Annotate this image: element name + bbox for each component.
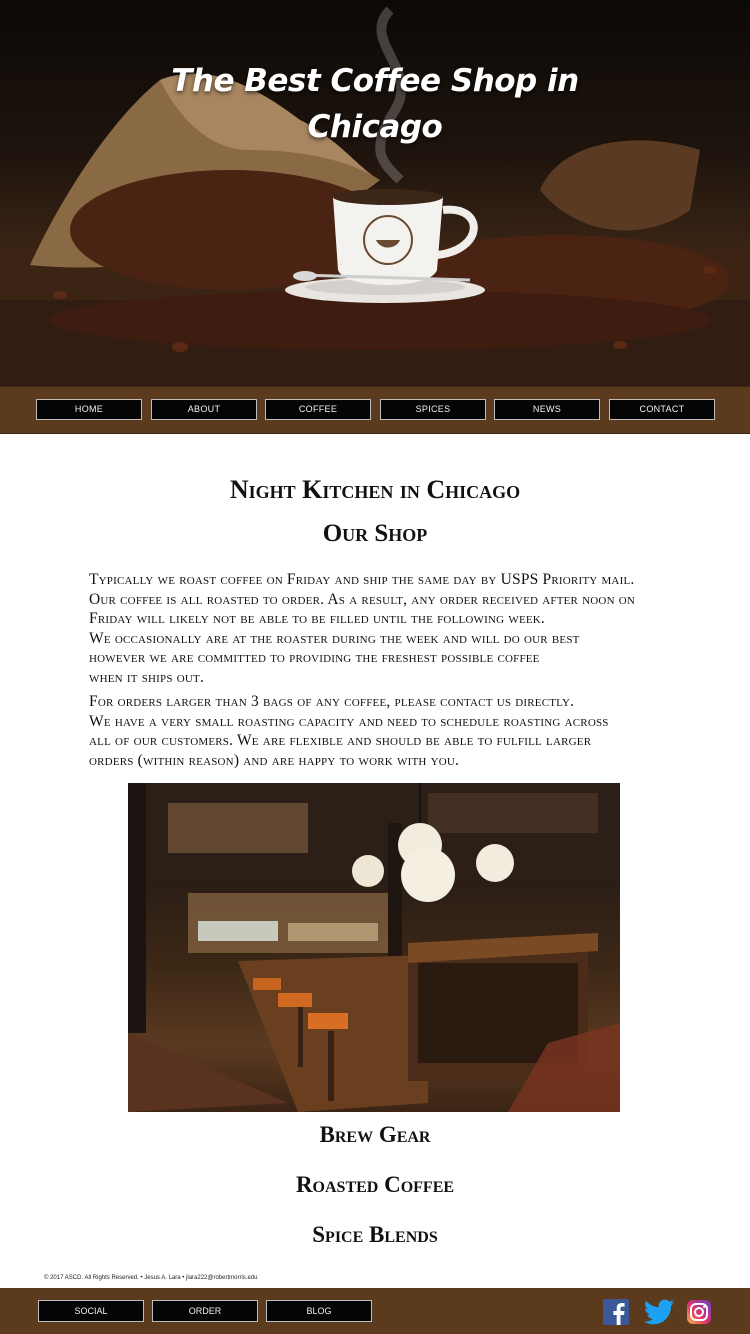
footer-order-button[interactable]: ORDER [152,1300,258,1322]
footer-bar: SOCIAL ORDER BLOG [0,1288,750,1334]
footer-social-button[interactable]: SOCIAL [38,1300,144,1322]
twitter-icon[interactable] [645,1299,675,1325]
paragraph-line: however we are committed to providing th… [89,649,540,666]
paragraph-line: Our coffee is all roasted to order. As a… [89,590,636,608]
copyright-text: © 2017 ASCD. All Rights Reserved. • Jesu… [44,1275,258,1281]
nav-home-button[interactable]: HOME [36,399,142,420]
instagram-icon[interactable] [687,1300,711,1324]
section-title-brew-gear[interactable]: Brew Gear [0,1122,750,1148]
nav-news-button[interactable]: NEWS [494,399,600,420]
shop-paragraph-2: For orders larger than 3 bags of any cof… [89,692,689,770]
paragraph-line: Typically we roast coffee on Friday and … [89,571,635,588]
page-title: Night Kitchen in Chicago [229,475,521,504]
nav-about-button[interactable]: ABOUT [151,399,257,420]
paragraph-line: For orders larger than 3 bags of any cof… [89,693,575,710]
hero-title-line2: Chicago [307,109,443,145]
hero-title: The Best Coffee Shop in Chicago [0,58,750,150]
footer-blog-button[interactable]: BLOG [266,1300,372,1322]
section-title-roasted-coffee[interactable]: Roasted Coffee [0,1172,750,1198]
section-title-our-shop: Our Shop [322,520,428,547]
facebook-icon[interactable] [603,1299,629,1325]
paragraph-line: We have a very small roasting capacity a… [89,712,609,730]
paragraph-line: We occasionally are at the roaster durin… [89,629,580,647]
nav-spices-button[interactable]: SPICES [380,399,486,420]
nav-coffee-button[interactable]: COFFEE [265,399,371,420]
paragraph-line: all of our customers. We are flexible an… [89,732,592,749]
section-title-spice-blends[interactable]: Spice Blends [0,1222,750,1248]
shop-interior-photo [128,783,620,1112]
hero-banner: The Best Coffee Shop in Chicago [0,0,750,386]
hero-title-line1: The Best Coffee Shop in [171,63,579,99]
nav-contact-button[interactable]: CONTACT [609,399,715,420]
shop-paragraph-1: Typically we roast coffee on Friday and … [89,570,689,687]
paragraph-line: orders (within reason) and are happy to … [89,751,460,769]
main-nav: HOME ABOUT COFFEE SPICES NEWS CONTACT [0,386,750,434]
paragraph-line: when it ships out. [89,668,205,686]
paragraph-line: Friday will likely not be able to be fil… [89,610,546,627]
